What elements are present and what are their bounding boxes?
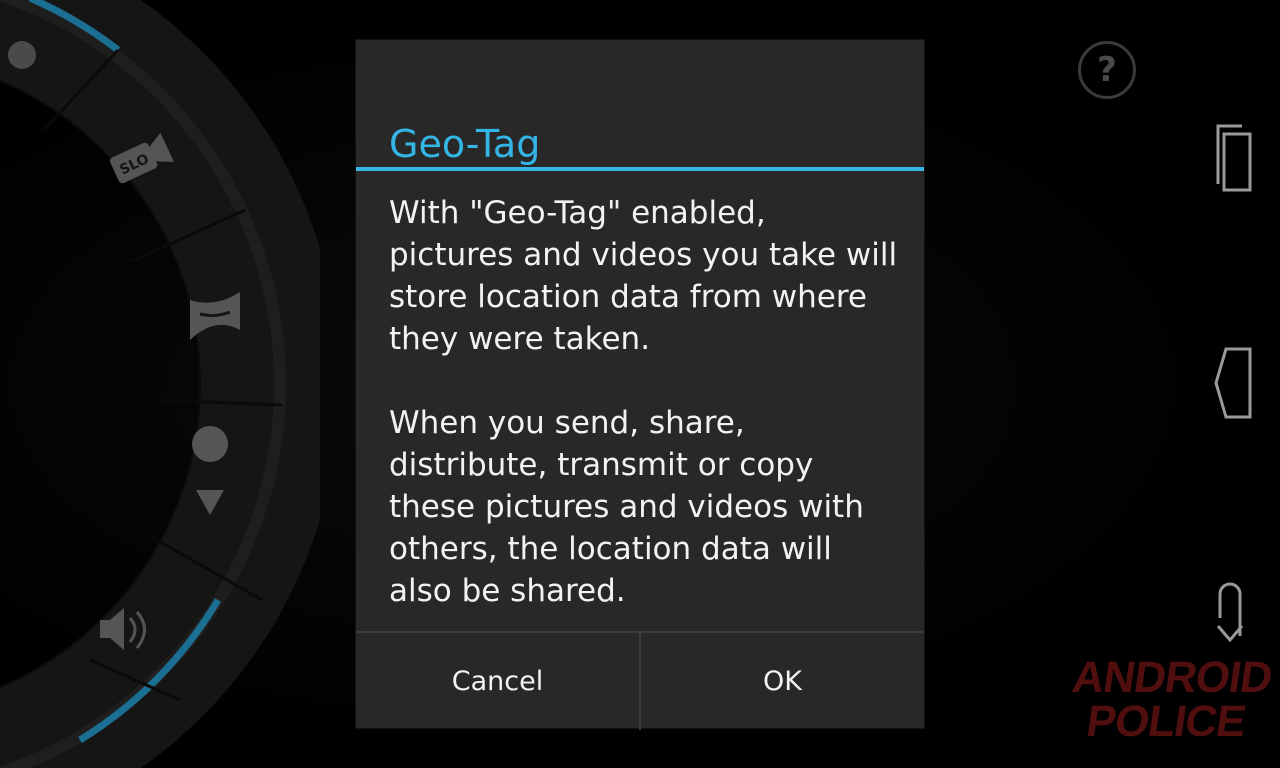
android-police-watermark: ANDROID POLICE	[1061, 653, 1275, 756]
dialog-message-paragraph-2: When you send, share, distribute, transm…	[389, 405, 864, 609]
dialog-message: With "Geo-Tag" enabled, pictures and vid…	[389, 192, 899, 654]
title-divider	[356, 167, 924, 171]
home-icon[interactable]	[1210, 345, 1260, 425]
settings-partial-icon[interactable]	[8, 41, 36, 69]
dialog-message-paragraph-1: With "Geo-Tag" enabled, pictures and vid…	[389, 195, 898, 357]
ok-button[interactable]: OK	[641, 633, 924, 730]
watermark-line-1: ANDROID	[1069, 653, 1275, 702]
help-button[interactable]: ?	[1078, 41, 1136, 99]
cancel-button[interactable]: Cancel	[356, 633, 639, 730]
watermark-line-2: POLICE	[1083, 697, 1249, 746]
camera-settings-wheel: SLO	[0, 0, 320, 768]
dialog-title: Geo-Tag	[389, 122, 541, 166]
help-label: ?	[1097, 50, 1117, 90]
back-icon[interactable]	[1210, 570, 1260, 650]
dialog-button-bar: Cancel OK	[356, 631, 924, 730]
recent-apps-icon[interactable]	[1210, 120, 1260, 200]
geo-tag-dialog: Geo-Tag With "Geo-Tag" enabled, pictures…	[356, 40, 924, 730]
